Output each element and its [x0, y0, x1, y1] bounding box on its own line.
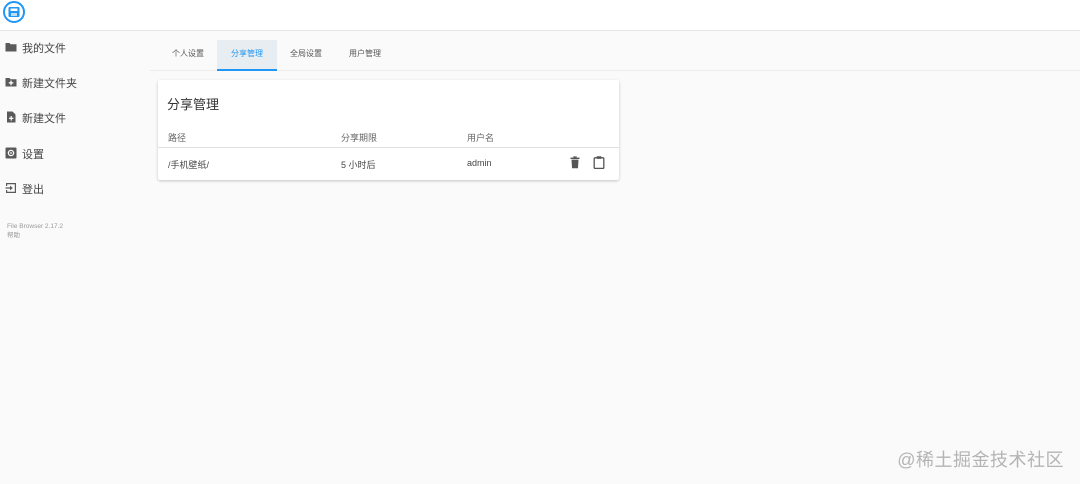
clipboard-icon[interactable]: [593, 156, 605, 169]
sidebar-item-label: 新建文件夹: [22, 78, 77, 90]
sidebar-item-new-folder[interactable]: 新建文件夹: [0, 71, 140, 95]
exit-icon: [5, 183, 16, 193]
share-management-card: 分享管理 路径 分享期限 用户名 /手机壁纸/ 5 小时后 admin: [158, 80, 619, 180]
delete-icon[interactable]: [569, 156, 581, 169]
card-title: 分享管理: [167, 97, 220, 112]
sidebar-item-label: 设置: [22, 149, 44, 161]
sidebar-item-settings[interactable]: 设置: [0, 142, 140, 166]
top-bar: [0, 0, 1080, 31]
sidebar-item-my-files[interactable]: 我的文件: [0, 36, 140, 60]
version-text: File Browser 2.17.2: [7, 223, 63, 230]
column-header-expire: 分享期限: [341, 133, 378, 143]
folder-icon: [5, 43, 17, 52]
share-user-cell: admin: [467, 158, 492, 168]
file-browser-logo-icon[interactable]: [3, 1, 25, 23]
tab-profile-settings[interactable]: 个人设置: [158, 40, 218, 71]
help-link[interactable]: 帮助: [7, 231, 63, 240]
sidebar-item-label: 新建文件: [22, 113, 66, 125]
note-add-icon: [7, 111, 16, 123]
sidebar-item-label: 登出: [22, 184, 44, 196]
share-expire-cell: 5 小时后: [341, 160, 376, 170]
create-folder-icon: [5, 78, 17, 87]
sidebar-item-logout[interactable]: 登出: [0, 177, 140, 201]
sidebar-footer: File Browser 2.17.2 帮助: [7, 222, 63, 240]
tab-user-management[interactable]: 用户管理: [335, 40, 395, 71]
tab-global-settings[interactable]: 全局设置: [276, 40, 336, 71]
settings-tabs: 个人设置 分享管理 全局设置 用户管理: [150, 31, 1080, 71]
watermark-text: @稀土掘金技术社区: [897, 450, 1064, 470]
sidebar-item-new-file[interactable]: 新建文件: [0, 106, 140, 130]
table-divider: [158, 147, 619, 148]
settings-icon: [5, 147, 17, 159]
tab-share-management[interactable]: 分享管理: [217, 40, 277, 71]
sidebar-item-label: 我的文件: [22, 43, 66, 55]
column-header-path: 路径: [168, 133, 187, 143]
column-header-username: 用户名: [467, 133, 495, 143]
share-path-link[interactable]: /手机壁纸/: [168, 158, 209, 171]
